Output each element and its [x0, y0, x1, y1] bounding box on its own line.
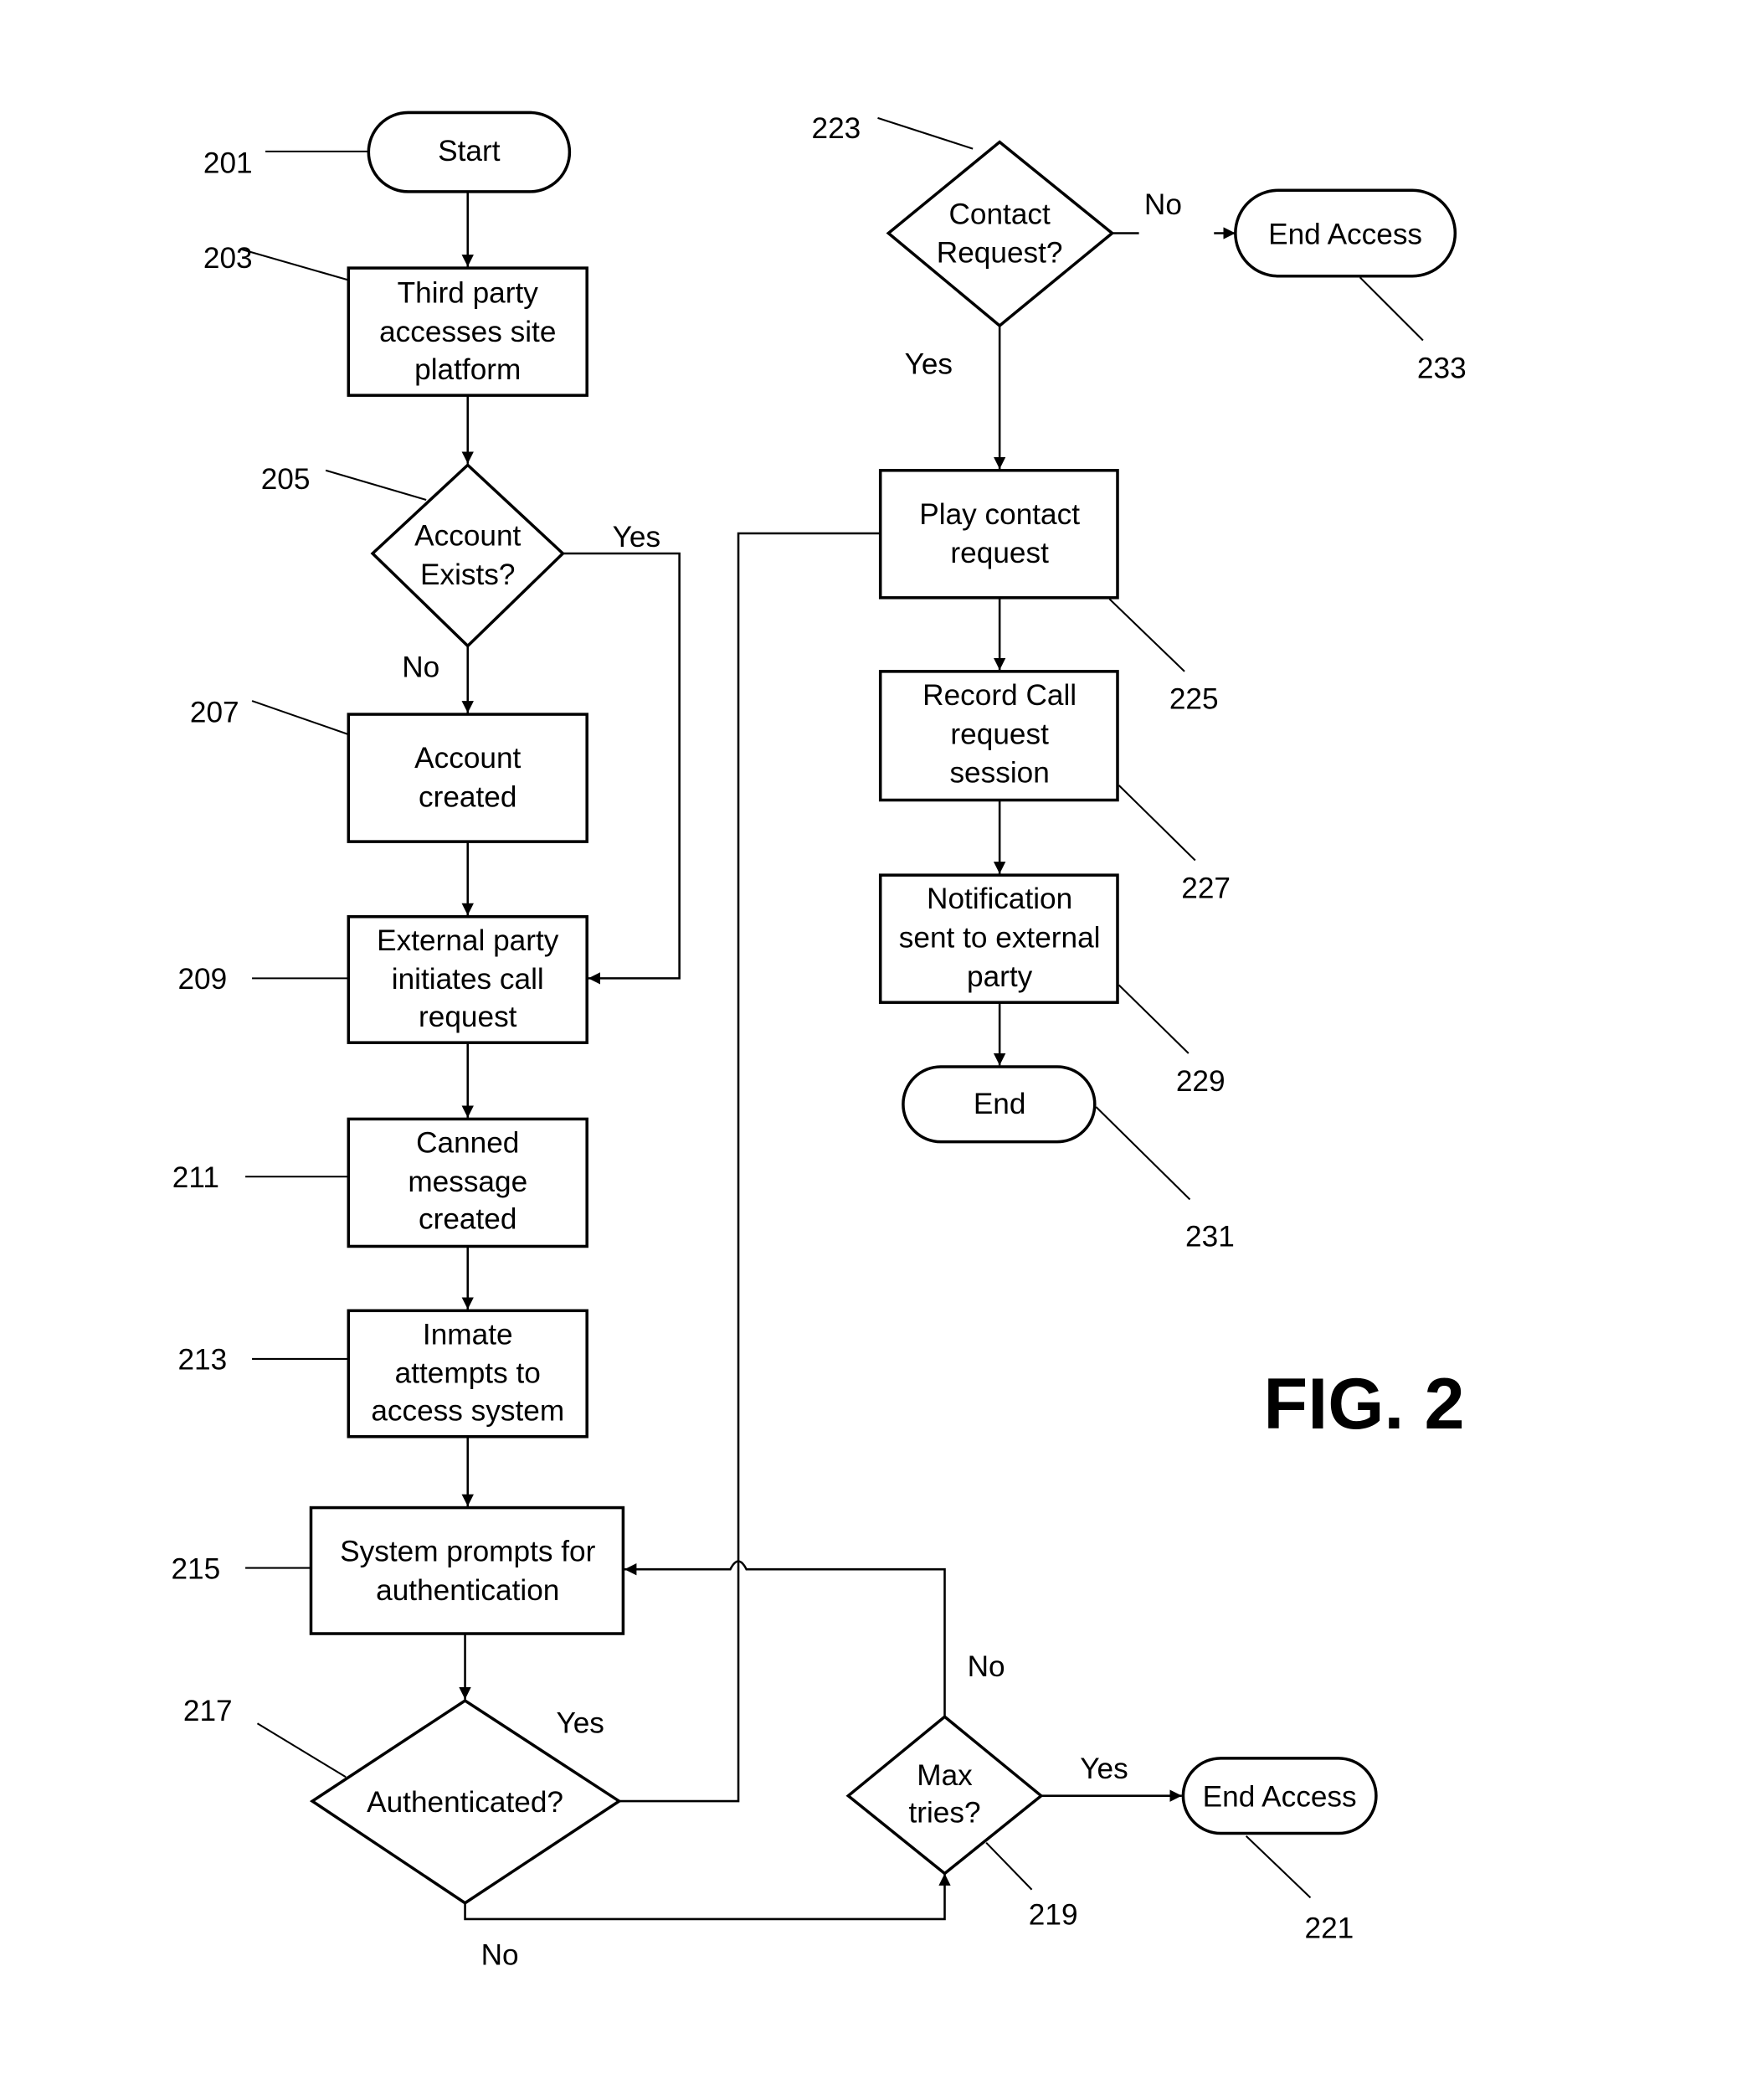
node-203-third-party-access: Third party accesses site platform [347, 266, 588, 397]
node-text: attempts to [395, 1357, 541, 1390]
edge-217-225-yes [619, 532, 881, 1803]
node-207-account-created: Account created [347, 713, 588, 843]
edge-219-215-no [624, 1560, 946, 1717]
node-233-end-access: End Access [1234, 188, 1457, 278]
decision-219-max-tries: Max tries? [845, 1714, 1044, 1876]
node-text: accesses site [379, 316, 556, 348]
edge-label-217-yes: Yes [556, 1706, 604, 1739]
edge-label-223-no: No [1144, 188, 1182, 221]
node-text: Notification [927, 883, 1072, 915]
node-229-notification-sent: Notification sent to external party [878, 873, 1119, 1004]
node-text: Authenticated? [367, 1786, 563, 1819]
node-text: Inmate [423, 1318, 513, 1351]
node-text: initiates call [392, 963, 544, 996]
node-text: request [950, 718, 1049, 750]
node-227-record-call-request: Record Call request session [878, 670, 1119, 802]
ref-229: 229 [1176, 1065, 1226, 1098]
edge-label-223-yes: Yes [905, 348, 953, 381]
node-text: Contact [948, 198, 1051, 230]
node-209-external-party-call-request: External party initiates call request [347, 914, 588, 1044]
ref-215: 215 [171, 1552, 220, 1585]
node-text: request [950, 537, 1049, 569]
node-215-prompt-authentication: System prompts for authentication [309, 1506, 625, 1635]
ref-217: 217 [183, 1695, 233, 1727]
edge-217-219-no [464, 1873, 951, 1921]
node-211-canned-message: Canned message created [347, 1117, 588, 1248]
node-text: System prompts for [340, 1536, 595, 1568]
ref-233: 233 [1417, 352, 1467, 384]
ref-201: 201 [203, 147, 253, 179]
node-213-inmate-access: Inmate attempts to access system [347, 1309, 588, 1439]
node-text: request [419, 1001, 517, 1033]
flowchart: Start Third party accesses site platform… [171, 111, 1467, 1971]
node-221-end-access: End Access [1181, 1757, 1378, 1835]
node-text: tries? [908, 1797, 980, 1830]
node-text: created [419, 1203, 516, 1236]
node-text: created [419, 781, 516, 814]
ref-219: 219 [1029, 1898, 1078, 1931]
node-text: authentication [376, 1574, 559, 1607]
node-201-start: Start [367, 111, 572, 193]
ref-205: 205 [261, 463, 311, 496]
edge-label-205-yes: Yes [613, 521, 660, 553]
node-text: End [974, 1088, 1026, 1120]
edge-label-219-yes: Yes [1080, 1753, 1128, 1785]
connectors [459, 191, 1236, 1921]
node-text: Third party [398, 277, 539, 310]
node-text: External party [377, 924, 559, 957]
figure-label: FIG. 2 [1263, 1364, 1464, 1444]
ref-203: 203 [203, 242, 253, 275]
ref-211: 211 [172, 1161, 219, 1194]
decision-223-contact-request: Contact Request? [886, 140, 1115, 328]
node-text: Account [414, 519, 521, 552]
node-text: End Access [1203, 1780, 1357, 1813]
node-225-play-contact-request: Play contact request [878, 469, 1119, 600]
edge-label-217-no: No [481, 1938, 519, 1971]
ref-207: 207 [190, 697, 239, 729]
ref-227: 227 [1181, 872, 1231, 904]
node-text: session [949, 757, 1049, 790]
edge-label-205-no: No [402, 651, 439, 683]
node-text: End Access [1268, 218, 1422, 250]
node-text: Account [414, 742, 521, 775]
node-text: Max [917, 1759, 973, 1792]
node-text: Play contact [919, 498, 1080, 531]
ref-213: 213 [177, 1344, 227, 1377]
node-text: Canned [416, 1126, 519, 1159]
ref-223: 223 [812, 112, 861, 145]
ref-221: 221 [1304, 1912, 1354, 1944]
node-text: Start [438, 135, 501, 167]
ref-209: 209 [177, 963, 227, 996]
node-text: Exists? [420, 558, 515, 591]
edge-label-219-no: No [968, 1650, 1005, 1683]
ref-231: 231 [1185, 1220, 1235, 1253]
node-text: platform [414, 353, 521, 386]
node-text: sent to external [899, 922, 1101, 955]
ref-225: 225 [1169, 683, 1219, 716]
node-text: message [408, 1166, 527, 1198]
node-text: access system [371, 1395, 564, 1428]
node-text: Record Call [922, 679, 1077, 712]
node-231-end: End [902, 1065, 1097, 1144]
node-text: party [967, 960, 1033, 993]
node-text: Request? [937, 237, 1063, 270]
